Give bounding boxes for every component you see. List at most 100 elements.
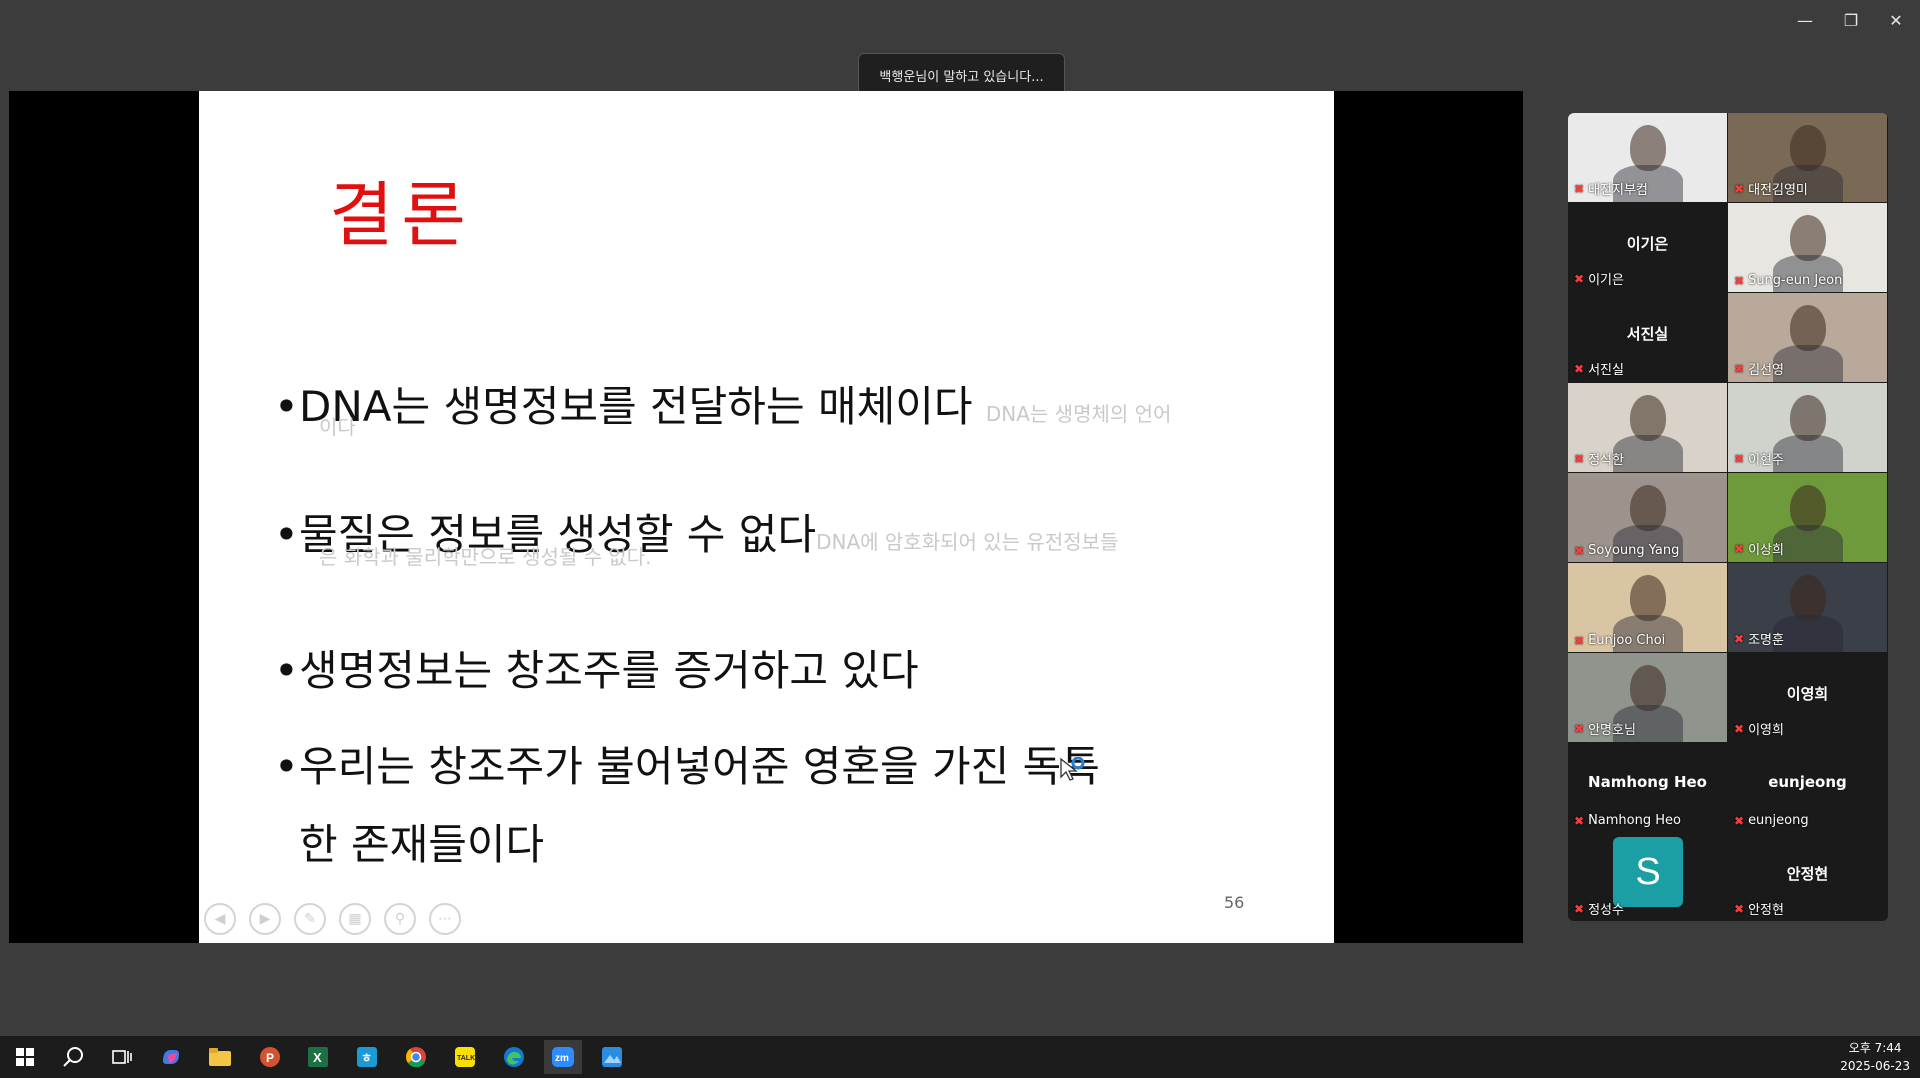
muted-mic-icon: ✖ [1574,633,1585,648]
avatar: S [1613,837,1683,907]
participant-name-label: ✖ 안명호님 [1574,719,1636,739]
slide-bullet-continued: 한 존재들이다 [299,820,545,869]
participant-display-name: 이기은 [1626,235,1669,253]
participant-tile[interactable]: ✖ 정석한 [1568,383,1727,472]
muted-mic-icon: ✖ [1734,813,1745,828]
presentation-slide: 결론 •DNA는 생명정보를 전달하는 매체이다 DNA는 생명체의 언어 이다… [199,91,1334,943]
muted-mic-icon: ✖ [1734,721,1745,736]
participant-name-label: ✖ 안정현 [1734,899,1784,919]
svg-text:X: X [313,1050,322,1065]
participant-tile[interactable]: 서진실 ✖ 서진실 [1568,293,1727,382]
zoom-window: — ❐ ✕ 백행운님이 말하고 있습니다... 결론 •DNA는 생명정보를 전… [0,0,1920,1036]
zoom-app-icon[interactable]: zm [544,1040,582,1074]
slide-title: 결론 [329,174,474,256]
participant-name-label: ✖ Soyoung Yang [1574,543,1679,558]
participant-tile[interactable]: 이영희 ✖ 이영희 [1728,653,1887,742]
kakaotalk-icon[interactable]: TALK [446,1040,484,1074]
participant-name: Eunjoo Choi [1588,633,1666,648]
zoom-icon[interactable]: ⚲ [384,903,416,935]
participant-name-label: ✖ 김선영 [1734,359,1784,379]
close-button[interactable]: ✕ [1874,6,1918,34]
speaker-note: DNA는 생명체의 언어 [985,402,1172,426]
photos-app-icon[interactable] [593,1040,631,1074]
hangul-word-icon[interactable]: ㅎ [348,1040,386,1074]
muted-mic-icon: ✖ [1574,271,1585,286]
participant-tile[interactable]: ✖ 이현주 [1728,383,1887,472]
participant-gallery: ✖ 대전지부컴 ✖ 대전김영미 이기은 ✖ 이기은 ✖ Sung-eun Jeon 서진실 ✖ 서진실… [1568,113,1888,921]
participant-tile[interactable]: 이기은 ✖ 이기은 [1568,203,1727,292]
participant-name: eunjeong [1748,813,1809,828]
slide-bullet: •생명정보는 창조주를 증거하고 있다 [274,646,919,695]
chrome-icon[interactable] [397,1040,435,1074]
muted-mic-icon: ✖ [1734,181,1745,196]
participant-tile[interactable]: ✖ 대전지부컴 [1568,113,1727,202]
participant-name: 대전지부컴 [1588,183,1648,198]
participant-tile[interactable]: ✖ 대전김영미 [1728,113,1887,202]
participant-tile[interactable]: S ✖ 정성수 [1568,833,1727,921]
muted-mic-icon: ✖ [1574,543,1585,558]
participant-tile[interactable]: 안정현 ✖ 안정현 [1728,833,1887,921]
taskbar: P X ㅎ TALK zm 오후 7:44 2025-06-23 [0,1036,1920,1078]
excel-icon[interactable]: X [299,1040,337,1074]
muted-mic-icon: ✖ [1574,721,1585,736]
restore-button[interactable]: ❐ [1829,6,1873,34]
participant-name: 이현주 [1748,453,1784,468]
powerpoint-icon[interactable]: P [250,1040,288,1074]
muted-mic-icon: ✖ [1574,361,1585,376]
slideshow-controls: ◀ ▶ ✎ ▦ ⚲ ⋯ [204,903,461,935]
participant-tile[interactable]: ✖ Soyoung Yang [1568,473,1727,562]
muted-mic-icon: ✖ [1734,631,1745,646]
slides-grid-icon[interactable]: ▦ [339,903,371,935]
next-slide-icon[interactable]: ▶ [249,903,281,935]
edge-icon[interactable] [495,1040,533,1074]
task-view-icon[interactable] [103,1040,141,1074]
participant-name: 정석한 [1588,453,1624,468]
participant-name-label: ✖ 이현주 [1734,449,1784,469]
participant-display-name: eunjeong [1768,773,1847,791]
participant-name-label: ✖ 이영희 [1734,719,1784,739]
participant-name: 정성수 [1588,903,1624,918]
participant-name: Namhong Heo [1588,813,1681,828]
file-explorer-icon[interactable] [201,1040,239,1074]
previous-slide-icon[interactable]: ◀ [204,903,236,935]
slide-bullet: •DNA는 생명정보를 전달하는 매체이다 DNA는 생명체의 언어 [274,382,1172,431]
muted-mic-icon: ✖ [1574,181,1585,196]
screen-share-area: 결론 •DNA는 생명정보를 전달하는 매체이다 DNA는 생명체의 언어 이다… [9,91,1523,943]
participant-name: 김선영 [1748,363,1784,378]
muted-mic-icon: ✖ [1734,451,1745,466]
participant-tile[interactable]: ✖ 이상희 [1728,473,1887,562]
participant-tile[interactable]: ✖ 김선영 [1728,293,1887,382]
participant-name-label: ✖ 조명훈 [1734,629,1784,649]
participant-name-label: ✖ 서진실 [1574,359,1624,379]
muted-mic-icon: ✖ [1574,901,1585,916]
participant-display-name: 서진실 [1626,325,1669,343]
minimize-button[interactable]: — [1783,6,1827,34]
muted-mic-icon: ✖ [1574,813,1585,828]
participant-tile[interactable]: Namhong Heo ✖ Namhong Heo [1568,743,1727,832]
copilot-icon[interactable] [152,1040,190,1074]
clock-time: 오후 7:44 [1848,1041,1902,1055]
participant-name-label: ✖ 이기은 [1574,269,1624,289]
participant-tile[interactable]: eunjeong ✖ eunjeong [1728,743,1887,832]
svg-text:ㅎ: ㅎ [361,1051,372,1065]
slide-bullet: •우리는 창조주가 불어넣어준 영혼을 가진 독특 [274,742,1100,791]
participant-tile[interactable]: ✖ 조명훈 [1728,563,1887,652]
pen-icon[interactable]: ✎ [294,903,326,935]
participant-tile[interactable]: ✖ 안명호님 [1568,653,1727,742]
participant-name: 대전김영미 [1748,183,1808,198]
search-icon[interactable] [55,1040,93,1074]
slide-page-number: 56 [1224,893,1245,912]
participant-display-name: 이영희 [1786,685,1829,703]
participant-name-label: ✖ 대전김영미 [1734,179,1808,199]
svg-text:P: P [266,1051,274,1065]
windows-start-icon[interactable] [6,1040,44,1074]
muted-mic-icon: ✖ [1734,901,1745,916]
system-clock[interactable]: 오후 7:44 2025-06-23 [1840,1039,1910,1075]
participant-tile[interactable]: ✖ Eunjoo Choi [1568,563,1727,652]
participant-tile[interactable]: ✖ Sung-eun Jeon [1728,203,1887,292]
muted-mic-icon: ✖ [1734,273,1745,288]
participant-name: 조명훈 [1748,633,1784,648]
participant-display-name: 안정현 [1786,865,1829,883]
participant-name: 안명호님 [1588,723,1636,738]
more-options-icon[interactable]: ⋯ [429,903,461,935]
